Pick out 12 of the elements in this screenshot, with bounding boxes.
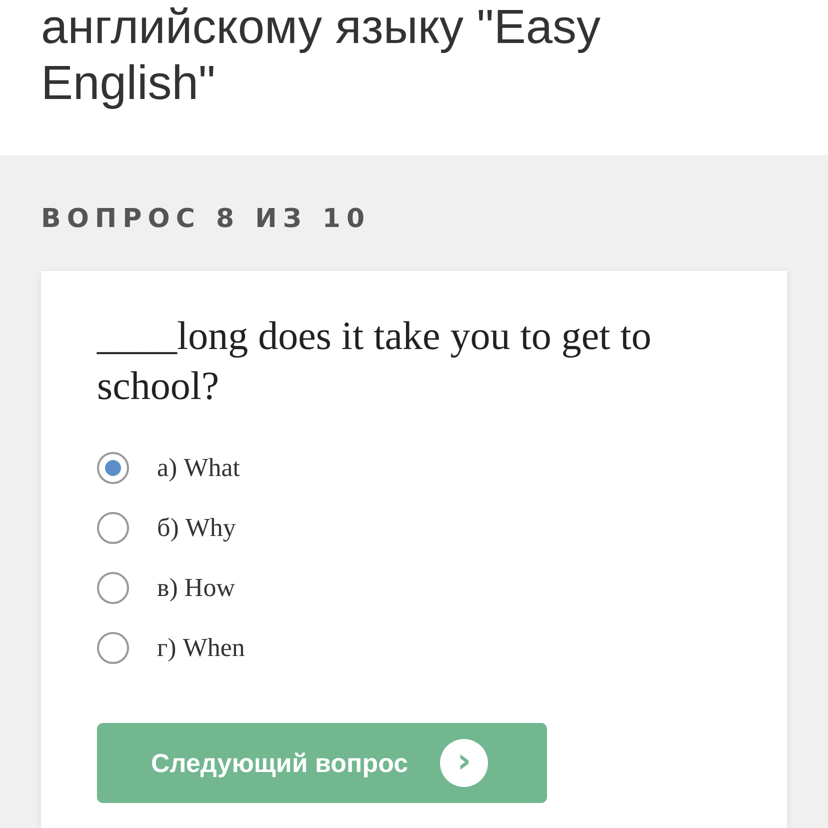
option-label[interactable]: г) When — [157, 631, 245, 665]
question-counter: ВОПРОС 8 ИЗ 10 — [41, 203, 372, 235]
radio-button[interactable] — [97, 572, 129, 604]
option-label[interactable]: а) What — [157, 451, 240, 485]
radio-button[interactable] — [97, 452, 129, 484]
page-title: английскому языку "Easy English" — [41, 0, 602, 112]
question-text: ____long does it take you to get to school? — [97, 312, 652, 410]
chevron-icon: › — [440, 739, 488, 787]
option-label[interactable]: б) Why — [157, 511, 236, 545]
radio-button[interactable] — [97, 632, 129, 664]
radio-button[interactable] — [97, 512, 129, 544]
option-label[interactable]: в) How — [157, 571, 235, 605]
